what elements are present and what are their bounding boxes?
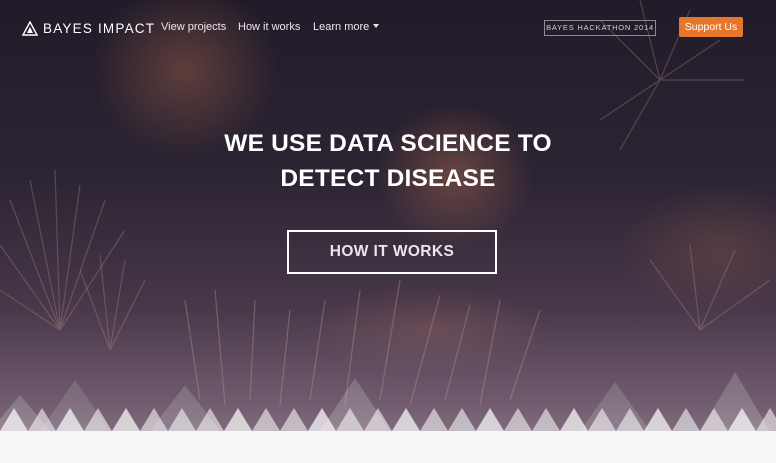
nav-learn-more-label: Learn more xyxy=(313,21,370,33)
headline-line-2: DETECT DISEASE xyxy=(280,165,496,192)
top-navigation: BAYES IMPACT View projects How it works … xyxy=(0,0,776,56)
triangle-pattern xyxy=(0,372,776,431)
nav-learn-more[interactable]: Learn more xyxy=(313,21,380,33)
page-content-start xyxy=(0,431,776,463)
hero-background: BAYES IMPACT View projects How it works … xyxy=(0,0,776,463)
triangle-logo-icon xyxy=(22,20,38,36)
nav-how-it-works[interactable]: How it works xyxy=(238,21,300,33)
brand-logo[interactable]: BAYES IMPACT xyxy=(22,19,155,37)
how-it-works-button[interactable]: HOW IT WORKS xyxy=(287,230,497,274)
spiky-fronds-bottom xyxy=(184,279,541,406)
support-us-button[interactable]: Support Us xyxy=(679,17,743,37)
hackathon-button[interactable]: BAYES HACKATHON 2014 xyxy=(544,20,656,36)
spiky-plant-left xyxy=(0,169,146,351)
headline-line-1: WE USE DATA SCIENCE TO xyxy=(224,130,552,157)
hero-headline: WE USE DATA SCIENCE TO DETECT DISEASE xyxy=(140,126,636,196)
nav-view-projects[interactable]: View projects xyxy=(161,21,226,33)
brand-name: BAYES IMPACT xyxy=(43,20,156,36)
caret-down-icon xyxy=(373,24,380,28)
